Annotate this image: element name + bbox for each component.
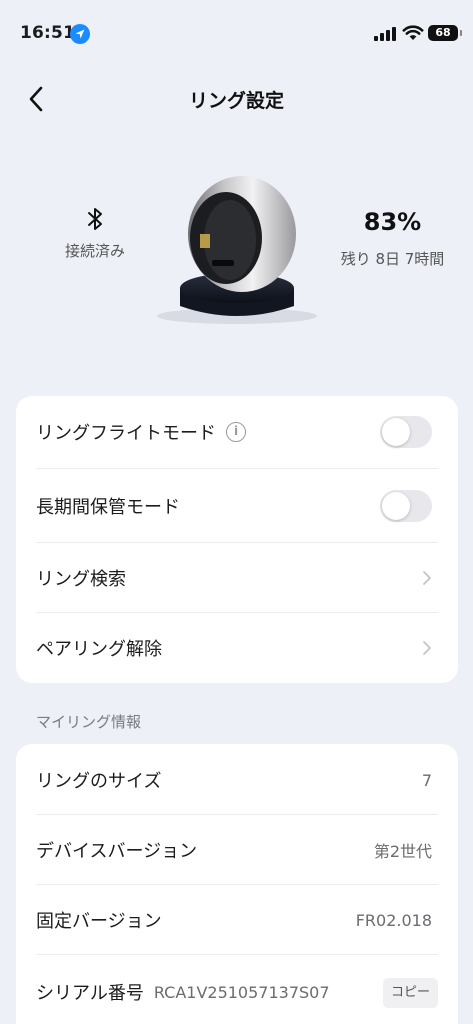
- storage-mode-toggle[interactable]: [380, 490, 432, 522]
- serial-number-label: シリアル番号: [36, 983, 144, 1004]
- settings-card: リングフライトモード i 長期間保管モード リング検索 ペアリング解除: [16, 396, 458, 683]
- toggle-knob: [382, 418, 410, 446]
- flight-mode-row: リングフライトモード i: [36, 396, 438, 468]
- firmware-version-label: 固定バージョン: [36, 911, 162, 932]
- my-ring-card: リングのサイズ 7 デバイスバージョン 第2世代 固定バージョン FR02.01…: [16, 744, 458, 1024]
- status-bar: 16:51 68: [0, 0, 473, 64]
- battery-icon: 68: [428, 25, 462, 41]
- connected-label: 接続済み: [64, 242, 125, 260]
- storage-mode-label: 長期間保管モード: [36, 497, 180, 518]
- divider: [36, 468, 438, 469]
- chevron-right-icon: [423, 571, 431, 585]
- ring-battery: 83% 残り 8日 7時間: [320, 208, 465, 269]
- chevron-right-icon: [423, 641, 431, 655]
- device-version-label: デバイスバージョン: [36, 841, 198, 862]
- wifi-icon: [402, 25, 424, 40]
- firmware-version-row: 固定バージョン FR02.018: [36, 884, 438, 956]
- info-icon[interactable]: i: [226, 422, 246, 442]
- page-title: リング設定: [188, 90, 284, 112]
- device-version-value: 第2世代: [373, 842, 432, 861]
- divider: [36, 954, 438, 955]
- ring-product-image: [157, 176, 317, 324]
- firmware-version-value: FR02.018: [355, 910, 432, 930]
- ring-size-value: 7: [421, 770, 432, 790]
- status-time: 16:51: [20, 23, 76, 43]
- find-ring-row[interactable]: リング検索: [36, 542, 438, 614]
- battery-percent: 83%: [363, 208, 422, 236]
- toggle-knob: [382, 492, 410, 520]
- unpair-row[interactable]: ペアリング解除: [36, 612, 438, 684]
- device-version-row: デバイスバージョン 第2世代: [36, 814, 438, 886]
- ring-size-row: リングのサイズ 7: [36, 744, 438, 816]
- storage-mode-row: 長期間保管モード: [36, 470, 438, 542]
- location-arrow-icon: [70, 24, 90, 44]
- serial-number-value: RCA1V251057137S07: [153, 982, 330, 1002]
- flight-mode-toggle[interactable]: [380, 416, 432, 448]
- connection-status: 接続済み: [50, 206, 140, 261]
- bluetooth-icon: [88, 208, 102, 230]
- ring-size-label: リングのサイズ: [36, 771, 162, 792]
- battery-remaining: 残り 8日 7時間: [340, 250, 445, 268]
- cellular-signal-icon: [374, 27, 396, 41]
- unpair-label: ペアリング解除: [36, 639, 162, 660]
- find-ring-label: リング検索: [36, 569, 126, 590]
- copy-button[interactable]: コピー: [382, 978, 438, 1008]
- section-label-my-ring: マイリング情報: [36, 713, 142, 731]
- flight-mode-label: リングフライトモード: [36, 423, 216, 444]
- serial-number-row: シリアル番号 RCA1V251057137S07 コピー: [36, 956, 438, 1024]
